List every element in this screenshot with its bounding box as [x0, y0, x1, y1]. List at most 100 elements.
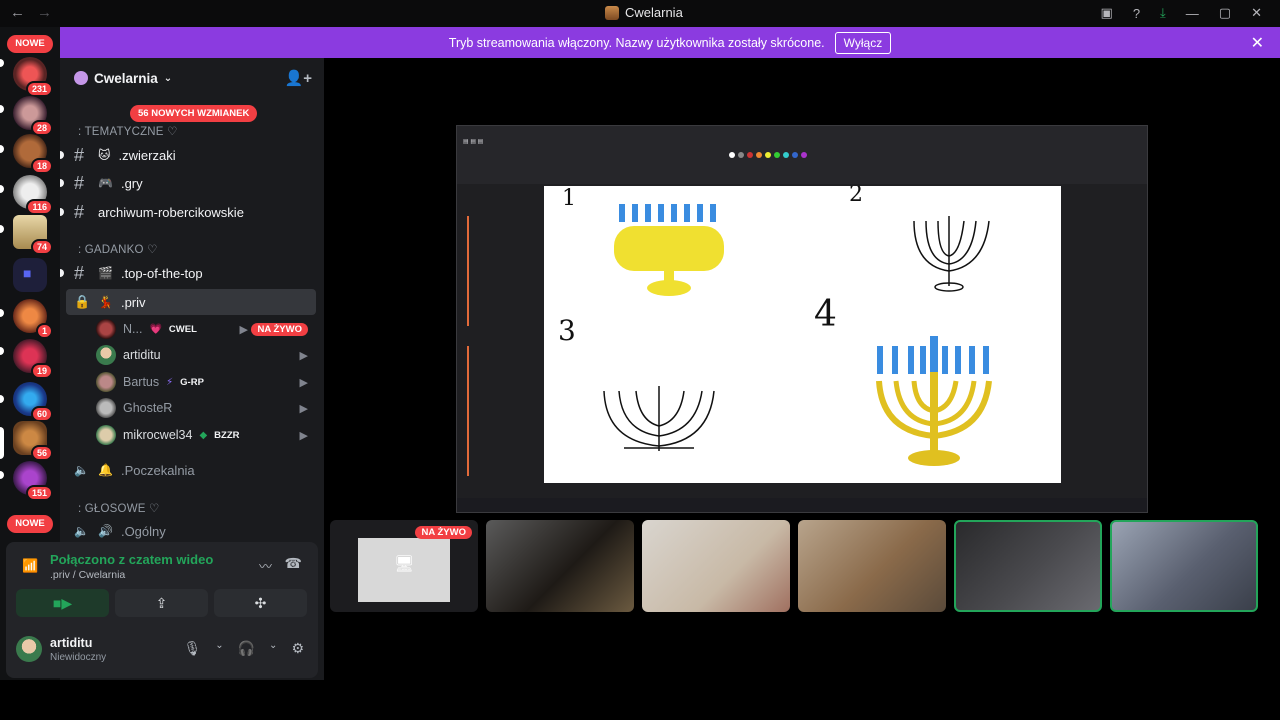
avatar: [96, 398, 116, 418]
bottom-area: [0, 680, 1280, 720]
server-icon[interactable]: 18: [13, 134, 53, 174]
help-icon[interactable]: ?: [1133, 6, 1140, 21]
camera-icon: ▶: [299, 376, 308, 389]
user-status: Niewidoczny: [50, 652, 107, 663]
live-badge: NA ŻYWO: [415, 526, 472, 539]
server-icon[interactable]: 116: [13, 175, 53, 215]
unread-indicator: [60, 151, 64, 159]
video-tile[interactable]: [486, 520, 634, 612]
activities-icon: ✣: [254, 594, 267, 611]
streamer-mode-banner: Tryb streamowania włączony. Nazwy użytko…: [60, 27, 1280, 58]
back-arrow-icon[interactable]: ←: [10, 4, 25, 21]
lock-icon: 🔒: [74, 294, 91, 309]
username[interactable]: artiditu: [50, 636, 92, 650]
speaker-icon: 🔈: [74, 524, 89, 538]
server-icon[interactable]: 19: [13, 339, 53, 379]
voice-user[interactable]: artiditu ▶: [96, 343, 316, 367]
video-stage: ▤ ▤ ▤ 1 2 3 4 🖥 NA ŻYWO: [324, 58, 1280, 680]
download-icon[interactable]: ⤓: [1160, 5, 1166, 21]
bell-icon: 🔔: [98, 463, 113, 477]
minimize-icon[interactable]: —: [1186, 6, 1199, 21]
paint-canvas: 1 2 3 4: [544, 186, 1061, 483]
server-icon[interactable]: 56: [13, 421, 53, 461]
guild-header[interactable]: Cwelarnia ⌄ 👤+: [60, 58, 324, 98]
video-tile[interactable]: [798, 520, 946, 612]
paint-toolbar: ▤ ▤ ▤: [457, 126, 1147, 184]
camera-icon: ▶: [239, 323, 248, 336]
server-icon[interactable]: 151: [13, 461, 53, 501]
voice-location[interactable]: .priv / Cwelarnia: [50, 569, 125, 581]
camera-icon: ▶: [299, 349, 308, 362]
channel-gry[interactable]: # 🎮 .gry: [60, 170, 316, 196]
hash-icon: #: [74, 144, 85, 165]
forward-arrow-icon[interactable]: →: [37, 4, 52, 21]
chevron-down-icon[interactable]: ⌄: [215, 640, 223, 657]
maximize-icon[interactable]: ▢: [1219, 5, 1231, 21]
noise-suppression-icon[interactable]: 〰: [259, 556, 272, 575]
voice-channel-ogolny[interactable]: 🔈 🔊 .Ogólny: [66, 518, 316, 544]
new-unread-pill[interactable]: NOWE: [7, 35, 53, 53]
video-tile-speaking[interactable]: [954, 520, 1102, 612]
server-icon[interactable]: 60: [13, 382, 53, 422]
inbox-icon[interactable]: ▣: [1101, 5, 1113, 21]
activities-button[interactable]: ✣: [214, 589, 307, 617]
new-mentions-pill[interactable]: 56 NOWYCH WZMIANEK: [130, 105, 258, 122]
menorah-drawing: [603, 204, 992, 466]
lightning-icon: ⚡: [166, 376, 174, 388]
microphone-icon[interactable]: 🎙: [183, 640, 201, 657]
channel-zwierzaki[interactable]: # 🐱 .zwierzaki: [60, 142, 316, 168]
unread-indicator: [0, 225, 4, 233]
video-tile-stream[interactable]: 🖥 NA ŻYWO: [330, 520, 478, 612]
server-icon[interactable]: 231: [13, 57, 53, 97]
unread-indicator: [0, 395, 4, 403]
avatar[interactable]: [16, 636, 42, 662]
chevron-down-icon[interactable]: ⌄: [269, 640, 277, 657]
video-tile-speaking[interactable]: [1110, 520, 1258, 612]
windows-taskbar: [457, 498, 1147, 512]
signal-icon[interactable]: 📶: [22, 558, 38, 574]
video-tile[interactable]: [642, 520, 790, 612]
headphones-icon[interactable]: 🎧: [238, 640, 255, 657]
menorah-1: [614, 204, 724, 296]
slider: [467, 346, 469, 476]
share-screen-button[interactable]: ⇪: [115, 589, 208, 617]
voice-user[interactable]: mikrocwel34 ◆ BZZR ▶: [96, 423, 316, 447]
server-icon[interactable]: 28: [13, 96, 53, 136]
camera-button[interactable]: ■▶: [16, 589, 109, 617]
voice-user[interactable]: Bartus ⚡ G-RP ▶: [96, 370, 316, 394]
channel-top-of-the-top[interactable]: # 🎬 .top-of-the-top: [60, 260, 316, 286]
voice-channel-priv[interactable]: 🔒 💃 .priv: [66, 289, 316, 315]
color-palette: [729, 152, 807, 158]
voice-status[interactable]: Połączono z czatem wideo: [50, 552, 213, 567]
channel-archiwum[interactable]: # archiwum-robercikowskie: [60, 199, 316, 225]
new-unread-pill[interactable]: NOWE: [7, 515, 53, 533]
unread-indicator: [0, 105, 4, 113]
folder-icon[interactable]: ■: [13, 258, 47, 292]
chevron-down-icon: ⌄: [163, 72, 173, 84]
avatar: [96, 345, 116, 365]
close-window-icon[interactable]: ✕: [1251, 5, 1262, 21]
voice-user[interactable]: GhosteR ▶: [96, 396, 316, 420]
hash-icon: #: [74, 201, 85, 222]
guild-name: Cwelarnia: [94, 70, 158, 86]
server-icon[interactable]: 74: [13, 215, 53, 255]
canvas-number: 1: [562, 186, 576, 211]
disconnect-icon[interactable]: ☎: [285, 555, 302, 572]
voice-user[interactable]: N... 💗 CWEL ▶ NA ŻYWO: [96, 317, 316, 341]
server-icon[interactable]: 1: [13, 299, 53, 339]
category-gadanko[interactable]: : GADANKO ♡: [78, 242, 158, 256]
category-tematyczne[interactable]: : TEMATYCZNE ♡: [78, 124, 178, 138]
disable-streamer-mode-button[interactable]: Wyłącz: [834, 31, 892, 54]
invite-people-icon[interactable]: 👤+: [285, 69, 312, 87]
voice-channel-poczekalnia[interactable]: 🔈 🔔 .Poczekalnia: [66, 457, 316, 483]
close-banner-icon[interactable]: ✕: [1251, 33, 1264, 53]
unread-indicator: [0, 185, 4, 193]
diamond-icon: ◆: [199, 429, 208, 441]
settings-gear-icon[interactable]: ⚙: [291, 640, 304, 657]
screen-share-icon: ⇪: [155, 594, 168, 611]
camera-icon: ▶: [299, 429, 308, 442]
canvas-number: 3: [558, 314, 576, 347]
camera-icon: ▶: [299, 402, 308, 415]
screen-share-view[interactable]: ▤ ▤ ▤ 1 2 3 4: [456, 125, 1148, 513]
category-glosowe[interactable]: : GŁOSOWE ♡: [78, 501, 160, 515]
